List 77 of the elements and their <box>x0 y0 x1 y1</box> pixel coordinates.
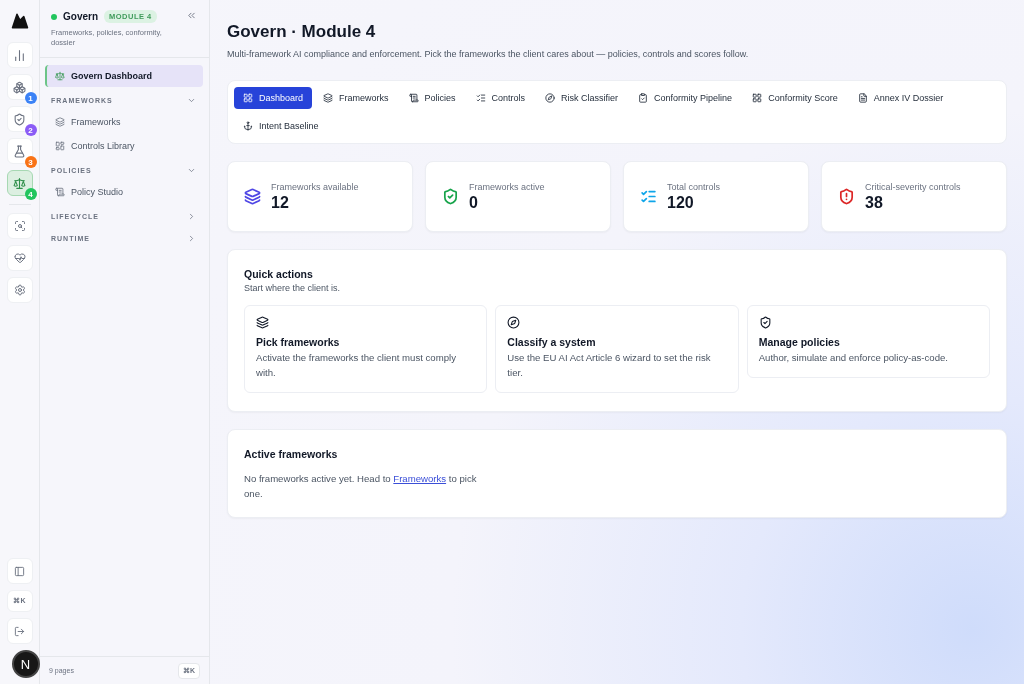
panel-title: Active frameworks <box>244 447 339 460</box>
settings-button[interactable] <box>6 277 33 303</box>
health-button[interactable] <box>6 245 33 271</box>
heart-pulse-icon <box>13 252 26 264</box>
layers-icon <box>55 117 65 128</box>
tab[interactable]: Conformity Score <box>743 87 847 109</box>
grid-icon <box>752 93 763 103</box>
stat-value: 0 <box>469 193 479 212</box>
nav-item[interactable]: Frameworks <box>45 111 203 134</box>
shield-check-icon <box>13 112 26 126</box>
frameworks-link[interactable]: Frameworks <box>393 472 447 484</box>
panel-button[interactable] <box>6 558 33 584</box>
count-badge: 2 <box>24 124 37 136</box>
scale-icon <box>55 71 65 82</box>
action-title: Classify a system <box>507 336 596 348</box>
bar-chart-icon <box>13 48 26 62</box>
action-title: Pick frameworks <box>256 336 340 348</box>
logo-icon[interactable] <box>10 12 29 30</box>
nav-item[interactable]: Govern Dashboard <box>45 65 203 88</box>
anchor-icon <box>243 121 253 131</box>
clipboard-check-icon <box>638 93 649 103</box>
tab[interactable]: Controls <box>466 87 535 109</box>
tab[interactable]: Conformity Pipeline <box>629 87 742 109</box>
logout-button[interactable] <box>6 618 33 644</box>
collapse-icon <box>186 10 197 21</box>
stat-label: Frameworks available <box>271 181 359 192</box>
checklist-icon <box>475 93 486 103</box>
compass-icon <box>545 93 556 103</box>
nav-item[interactable]: Controls Library <box>45 135 203 158</box>
page-subtitle: Multi-framework AI compliance and enforcement. Pick the frameworks the client cares about — policies, controls and scores follow. <box>227 49 750 59</box>
document-icon <box>857 93 868 103</box>
stat-value: 12 <box>271 193 290 212</box>
page-title: Govern · Module 4 <box>227 22 377 42</box>
tab[interactable]: Intent Baseline <box>234 115 328 137</box>
scroll-icon <box>408 93 419 103</box>
action-card[interactable]: Manage policies Author, simulate and enforce policy-as-code. <box>746 305 990 378</box>
avatar[interactable]: N <box>11 650 40 678</box>
settings-icon <box>13 284 26 296</box>
count-badge: 4 <box>24 188 37 200</box>
tab[interactable]: Risk Classifier <box>536 87 628 109</box>
empty-message: No frameworks active yet. Head to Frameworks to pick one. <box>244 471 478 501</box>
grid-list-icon <box>55 141 65 152</box>
panel-title: Quick actions <box>244 268 314 280</box>
panel-icon <box>14 565 25 577</box>
action-description: Activate the frameworks the client must comply with. <box>256 351 457 380</box>
panel-subtitle: Start where the client is. <box>244 283 342 293</box>
layers-icon <box>256 316 269 329</box>
scroll-icon <box>55 187 65 198</box>
flask-icon <box>13 144 26 158</box>
count-badge: 3 <box>24 156 37 168</box>
stat-label: Frameworks active <box>469 181 545 192</box>
action-description: Author, simulate and enforce policy-as-code. <box>758 351 948 365</box>
tab[interactable]: Frameworks <box>314 87 398 109</box>
action-description: Use the EU AI Act Article 6 wizard to set the risk tier. <box>507 351 712 380</box>
stat-label: Total controls <box>667 181 721 192</box>
grid-icon <box>243 93 253 103</box>
stat-value: 38 <box>865 193 884 212</box>
module-title: Govern <box>63 11 98 22</box>
stat-label: Critical-severity controls <box>865 181 961 192</box>
shield-check-icon <box>758 316 772 329</box>
boxes-icon <box>13 80 26 94</box>
count-badge: 1 <box>24 92 37 104</box>
scan-icon <box>13 220 26 232</box>
scan-button[interactable] <box>6 213 33 239</box>
action-card[interactable]: Pick frameworks Activate the frameworks the client must comply with. <box>244 305 488 393</box>
action-title: Manage policies <box>758 336 840 348</box>
tab[interactable]: Dashboard <box>234 87 313 109</box>
tab[interactable]: Annex IV Dossier <box>848 87 953 109</box>
logout-icon <box>14 625 25 637</box>
scale-icon <box>13 176 26 190</box>
nav-item[interactable]: Policy Studio <box>45 181 203 204</box>
module-button[interactable] <box>6 42 33 68</box>
action-card[interactable]: Classify a system Use the EU AI Act Article 6 wizard to set the risk tier. <box>495 305 739 393</box>
stat-value: 120 <box>667 193 695 212</box>
tab[interactable]: Policies <box>399 87 465 109</box>
layers-icon <box>323 93 334 103</box>
compass-icon <box>507 316 521 329</box>
